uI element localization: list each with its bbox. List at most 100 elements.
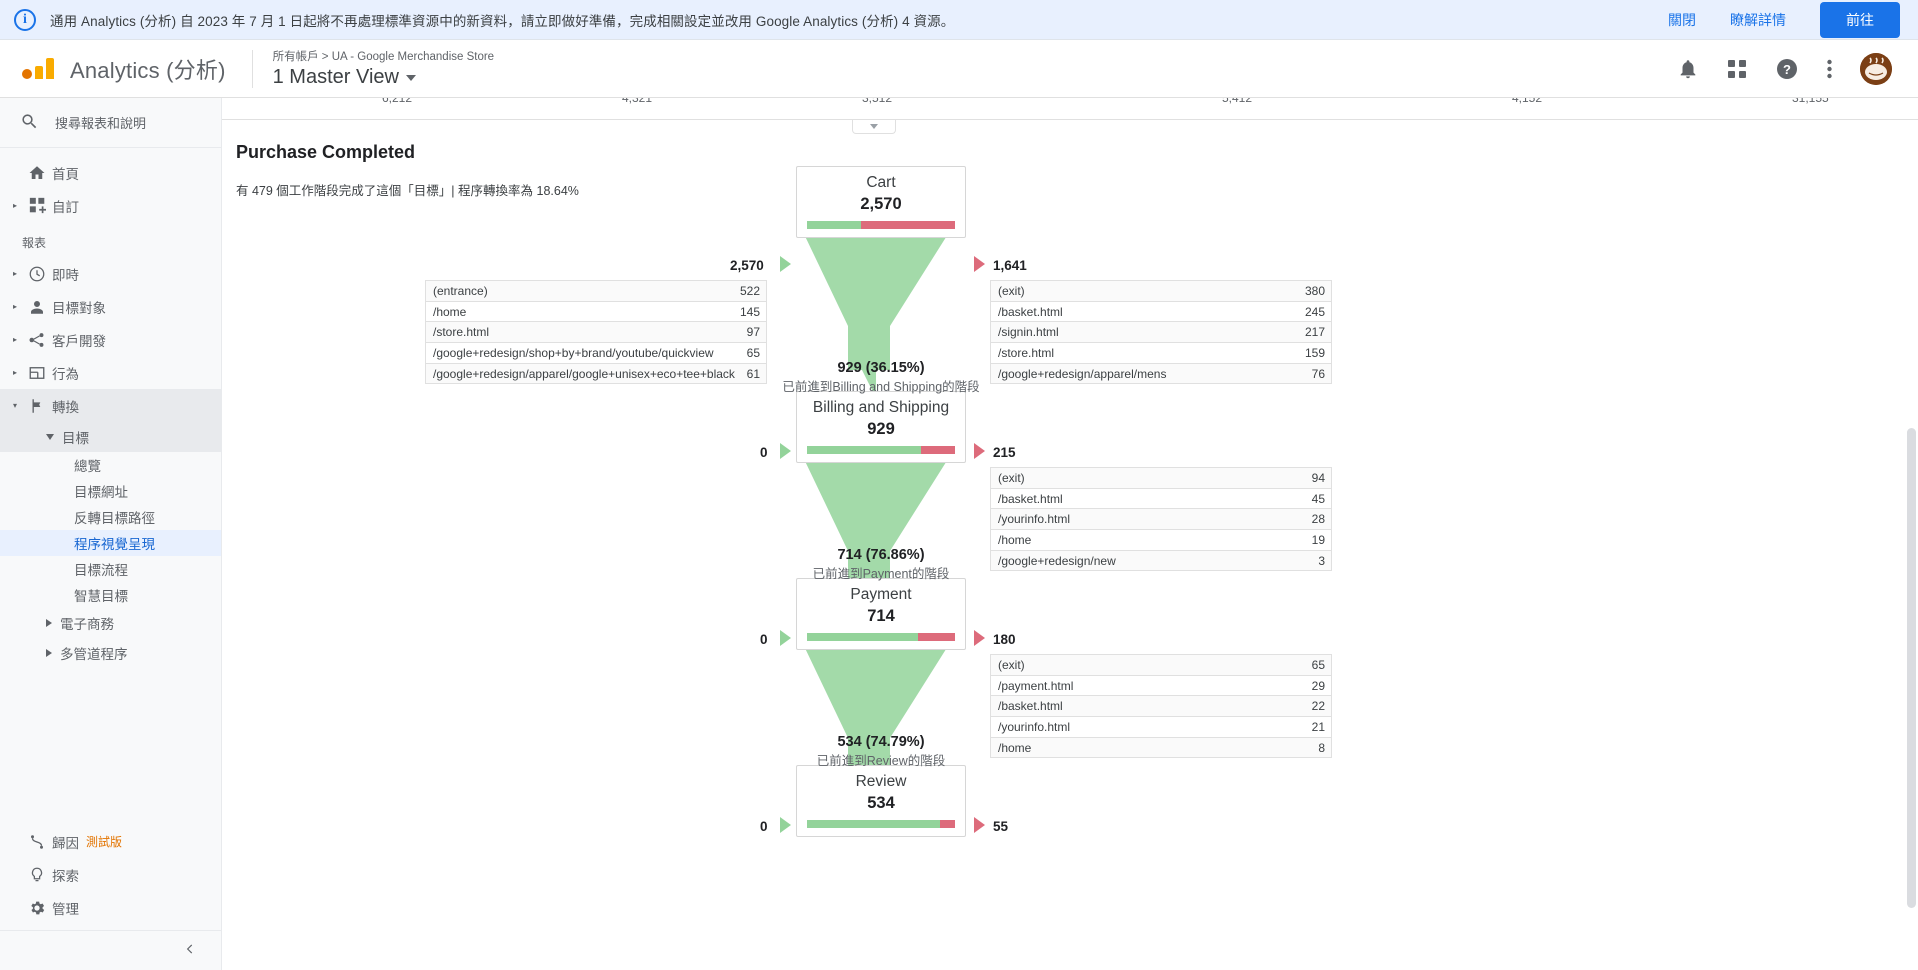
sidebar-item-smart-goals[interactable]: 智慧目標 — [0, 582, 221, 608]
sidebar-item-behavior[interactable]: ▸ 行為 — [0, 356, 221, 389]
sidebar-item-label: 客戶開發 — [52, 333, 106, 349]
table-row[interactable]: /google+redesign/apparel/mens 76 — [991, 363, 1331, 385]
avatar[interactable] — [1860, 52, 1892, 85]
ratio-bar-red — [860, 221, 955, 229]
exit-arrow-icon — [974, 443, 985, 459]
table-row[interactable]: /basket.html 45 — [991, 488, 1331, 510]
table-row[interactable]: /home 19 — [991, 530, 1331, 551]
banner-go-button[interactable]: 前往 — [1820, 1, 1900, 38]
row-label: /google+redesign/apparel/mens — [998, 366, 1167, 381]
row-value: 159 — [1304, 345, 1325, 360]
entry-arrow-icon — [780, 256, 791, 272]
chevron-right-icon — [46, 619, 52, 627]
exit-pages-table-cart[interactable]: (exit) 380 /basket.html 245 /signin.html… — [990, 280, 1332, 385]
sidebar-item-home[interactable]: 首頁 — [0, 156, 221, 189]
view-name-dropdown[interactable]: 1 Master View — [273, 66, 494, 89]
funnel-stage-cart[interactable]: Cart 2,570 — [796, 166, 966, 238]
table-row[interactable]: /store.html 97 — [426, 322, 766, 344]
sidebar-subgroup-multichannel-funnels[interactable]: 多管道程序 — [0, 638, 221, 668]
banner-learn-more-button[interactable]: 瞭解詳情 — [1730, 10, 1786, 30]
apps-grid-icon[interactable] — [1727, 59, 1747, 79]
sidebar-item-realtime[interactable]: ▸ 即時 — [0, 257, 221, 290]
funnel-stage-billing-and-shipping[interactable]: Billing and Shipping 929 — [796, 391, 966, 463]
table-row[interactable]: (exit) 65 — [991, 655, 1331, 676]
funnel-stage-payment[interactable]: Payment 714 — [796, 578, 966, 650]
sidebar-item-audience[interactable]: ▸ 目標對象 — [0, 290, 221, 323]
row-label: /signin.html — [998, 325, 1059, 340]
stage-entries-count: 0 — [760, 632, 768, 647]
row-value: 22 — [1311, 699, 1325, 714]
table-row[interactable]: /yourinfo.html 28 — [991, 509, 1331, 531]
table-row[interactable]: /google+redesign/apparel/google+unisex+e… — [426, 363, 766, 385]
row-label: (exit) — [998, 657, 1025, 672]
sidebar-item-admin[interactable]: 管理 — [0, 891, 221, 924]
chevron-right-icon: ▸ — [12, 334, 17, 344]
table-row[interactable]: /signin.html 217 — [991, 322, 1331, 344]
banner-dismiss-button[interactable]: 關閉 — [1668, 10, 1696, 30]
sidebar-subgroup-ecommerce[interactable]: 電子商務 — [0, 608, 221, 638]
stage-entries-count: 2,570 — [730, 258, 764, 273]
stage-exits-count: 55 — [993, 819, 1009, 834]
sidebar-item-label: 轉換 — [52, 399, 79, 415]
flow-proceed-count: 929 (36.15%) — [837, 360, 925, 376]
account-selector[interactable]: 所有帳戶 > UA - Google Merchandise Store 1 M… — [273, 48, 494, 89]
funnel-stage-review[interactable]: Review 534 — [796, 765, 966, 837]
row-value: 76 — [1311, 366, 1325, 381]
stage-name: Review — [855, 773, 907, 790]
row-label: /home — [998, 740, 1032, 755]
chevron-right-icon: ▸ — [12, 367, 17, 377]
table-row[interactable]: /yourinfo.html 21 — [991, 717, 1331, 738]
entry-pages-table-cart[interactable]: (entrance) 522 /home 145 /store.html 97 … — [425, 280, 767, 385]
table-row[interactable]: /basket.html 245 — [991, 301, 1331, 323]
chevron-right-icon: ▸ — [12, 200, 17, 210]
table-row[interactable]: (entrance) 522 — [426, 281, 766, 302]
sidebar-item-goal-flow[interactable]: 目標流程 — [0, 556, 221, 582]
table-row[interactable]: /home 145 — [426, 301, 766, 323]
row-value: 45 — [1311, 491, 1325, 506]
funnel-visualization: Cart 2,570 2,570 1,641 (entrance) 522 /h… — [222, 98, 1918, 970]
exit-pages-table-payment[interactable]: (exit) 65 /payment.html 29 /basket.html … — [990, 654, 1332, 759]
sidebar-item-attribution[interactable]: 歸因 測試版 — [0, 825, 221, 858]
row-value: 94 — [1311, 470, 1325, 485]
app-header: Analytics (分析) 所有帳戶 > UA - Google Mercha… — [0, 40, 1918, 98]
table-row[interactable]: /google+redesign/shop+by+brand/youtube/q… — [426, 343, 766, 364]
table-row[interactable]: /basket.html 22 — [991, 696, 1331, 718]
sidebar-item-goal-urls[interactable]: 目標網址 — [0, 478, 221, 504]
table-row[interactable]: (exit) 380 — [991, 281, 1331, 302]
sidebar-item-customization[interactable]: ▸ 自訂 — [0, 189, 221, 222]
row-value: 380 — [1304, 283, 1325, 298]
stage-ratio-bar — [807, 633, 955, 641]
ratio-bar-green — [807, 446, 921, 454]
audience-person-icon — [22, 298, 52, 316]
sidebar-item-label: 智慧目標 — [74, 589, 128, 604]
sidebar-item-label: 程序視覺呈現 — [74, 537, 155, 552]
sidebar-subgroup-goals[interactable]: 目標 — [0, 422, 221, 452]
sidebar-item-discover[interactable]: 探索 — [0, 858, 221, 891]
table-row[interactable]: /store.html 159 — [991, 343, 1331, 364]
table-row[interactable]: /payment.html 29 — [991, 675, 1331, 697]
search-icon — [20, 112, 39, 134]
search-placeholder: 搜尋報表和說明 — [55, 116, 147, 131]
sidebar-collapse-button[interactable] — [0, 930, 221, 970]
exit-pages-table-billing[interactable]: (exit) 94 /basket.html 45 /yourinfo.html… — [990, 467, 1332, 572]
panel-collapse-handle[interactable] — [852, 120, 896, 134]
row-label: /store.html — [433, 325, 490, 340]
sidebar-item-funnel-visualization[interactable]: 程序視覺呈現 — [0, 530, 221, 556]
sidebar-item-conversions[interactable]: ▾ 轉換 — [0, 389, 221, 422]
stage-exits-count: 215 — [993, 445, 1016, 460]
sidebar-item-goals-overview[interactable]: 總覽 — [0, 452, 221, 478]
search-input[interactable]: 搜尋報表和說明 — [0, 98, 221, 148]
ratio-bar-green — [807, 820, 940, 828]
row-label: /store.html — [998, 345, 1055, 360]
table-row[interactable]: (exit) 94 — [991, 468, 1331, 489]
sidebar-item-reverse-goal-path[interactable]: 反轉目標路徑 — [0, 504, 221, 530]
table-row[interactable]: /home 8 — [991, 737, 1331, 759]
sidebar-subgroup-label: 目標 — [62, 431, 89, 446]
stage-ratio-bar — [807, 446, 955, 454]
chevron-down-icon — [46, 434, 54, 440]
sidebar-item-acquisition[interactable]: ▸ 客戶開發 — [0, 323, 221, 356]
more-vert-icon[interactable] — [1827, 59, 1832, 79]
bell-icon[interactable] — [1677, 58, 1699, 80]
table-row[interactable]: /google+redesign/new 3 — [991, 550, 1331, 572]
help-icon[interactable]: ? — [1775, 57, 1799, 81]
